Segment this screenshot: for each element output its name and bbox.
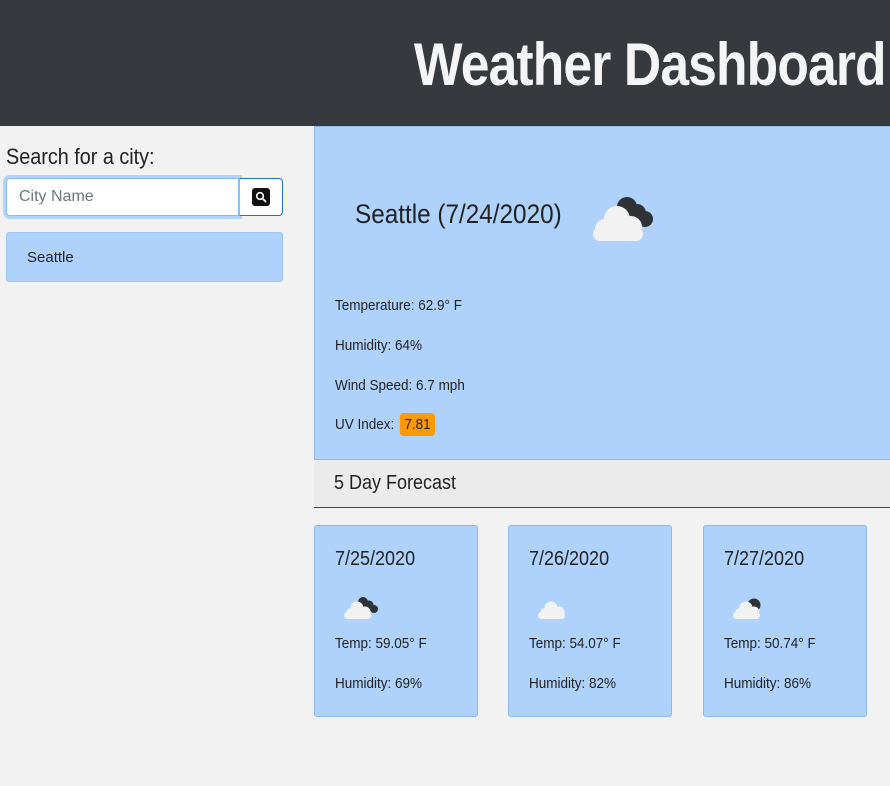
forecast-temp: Temp: 54.07° F [529,635,621,652]
history-item-label: Seattle [27,248,74,266]
broken-clouds-icon [587,191,663,248]
search-group [6,178,283,216]
current-humidity: Humidity: 64% [335,337,423,354]
search-label: Search for a city: [6,144,155,169]
forecast-humidity: Humidity: 69% [335,675,423,692]
page-title: Weather Dashboard [414,31,887,98]
forecast-humidity: Humidity: 82% [529,675,617,692]
current-city-title: Seattle (7/24/2020) [355,199,562,229]
history-item-seattle[interactable]: Seattle [6,232,283,282]
forecast-temp: Temp: 50.74° F [724,635,816,652]
current-uv-index: UV Index: 7.81 [335,413,436,436]
forecast-card: 7/27/2020 Temp: 50.74° F Humidity: 86% [703,525,867,717]
forecast-date: 7/27/2020 [724,548,805,570]
uv-index-label: UV Index: [335,416,395,433]
broken-clouds-icon [341,594,381,625]
scattered-clouds-icon [730,594,770,625]
forecast-heading-bar: 5 Day Forecast [314,460,890,508]
current-temperature: Temperature: 62.9° F [335,297,462,314]
forecast-humidity: Humidity: 86% [724,675,812,692]
search-button[interactable] [239,178,283,216]
forecast-date: 7/26/2020 [529,548,610,570]
few-clouds-icon [535,594,575,625]
forecast-temp: Temp: 59.05° F [335,635,427,652]
current-wind-speed: Wind Speed: 6.7 mph [335,377,465,394]
forecast-date: 7/25/2020 [335,548,416,570]
forecast-heading: 5 Day Forecast [334,472,457,494]
forecast-card: 7/26/2020 Temp: 54.07° F Humidity: 82% [508,525,672,717]
forecast-card: 7/25/2020 Temp: 59.05° F Humidity: 69% [314,525,478,717]
uv-index-badge: 7.81 [399,413,436,436]
city-search-input[interactable] [6,178,239,216]
current-weather-card: Seattle (7/24/2020) Temperature: 62.9° F… [314,126,890,460]
page-header: Weather Dashboard [0,0,890,126]
search-icon [252,188,270,206]
